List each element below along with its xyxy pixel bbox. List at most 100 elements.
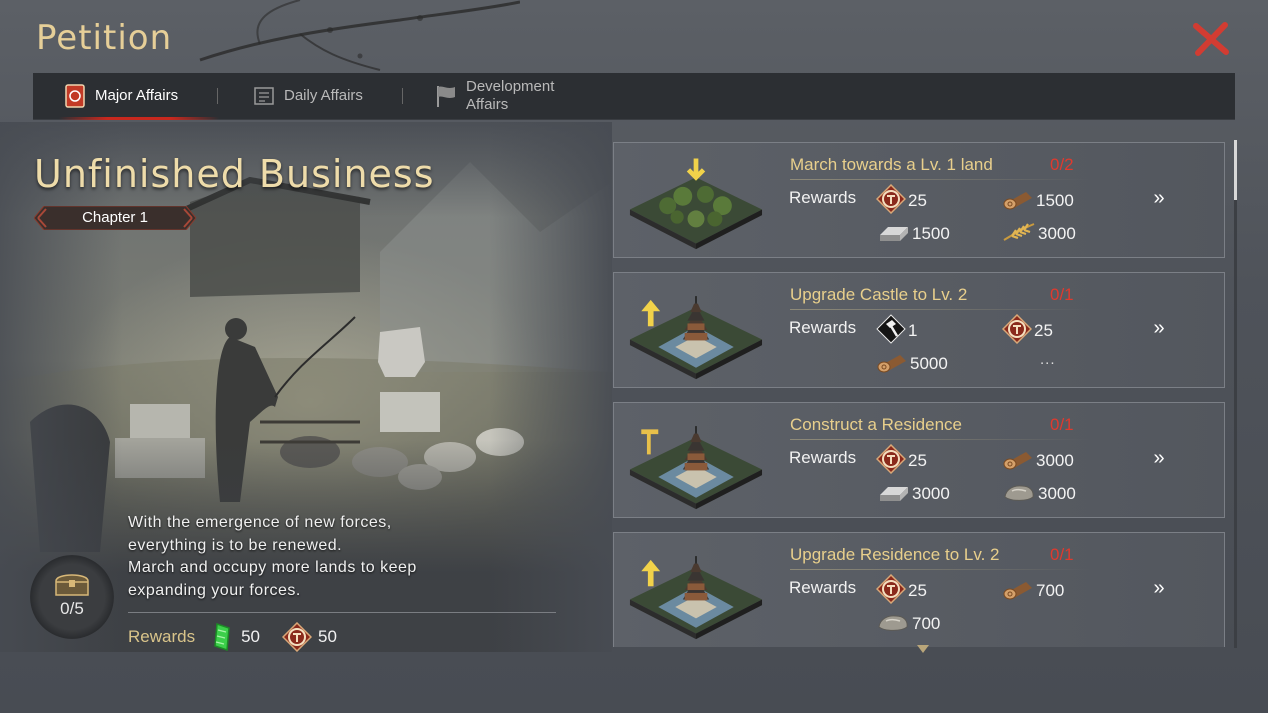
flag-icon [437,86,455,107]
grain-icon [1002,220,1036,249]
calendar-icon [254,87,274,105]
reward-item: 3000 [1002,481,1076,507]
reward-value: 3000 [1038,484,1076,503]
tab-development-affairs[interactable]: Development Affairs [433,73,603,119]
rewards-label: Rewards [128,627,196,646]
chapter-label: Chapter 1 [82,209,148,226]
reward-value: 3000 [912,484,950,503]
reward-item: 25 [1001,313,1053,344]
wood-icon [1002,188,1034,215]
iron-icon [876,481,910,508]
rewards-label: Rewards [789,448,857,467]
chapter-rewards: Rewards 50 50 [128,622,359,652]
reward-item: 3000 [876,481,950,507]
castle-thumb [626,541,766,641]
reward-item: 25 [875,183,927,214]
stone-icon [876,611,910,638]
task-card[interactable]: March towards a Lv. 1 land 0/2 Rewards 25 15… [613,142,1225,258]
page-title: Petition [36,18,173,58]
reward-item: 25 [875,443,927,474]
reward-item: 3000 [1002,448,1074,474]
reward-value: 25 [908,191,927,210]
task-list: March towards a Lv. 1 land 0/2 Rewards 25 15… [612,142,1228,647]
reward-value: 50 [318,627,337,646]
scroll-document-icon [65,84,85,108]
hammer-icon [876,313,906,349]
land-thumb [626,151,766,251]
reward-item: 25 [875,573,927,604]
tab-daily-affairs[interactable]: Daily Affairs [253,73,413,119]
go-to-task-button[interactable]: » [1144,187,1174,213]
castle-thumb [626,281,766,381]
task-name: Upgrade Residence to Lv. 2 [790,545,1000,564]
tab-label: Major Affairs [95,87,179,104]
chapter-badge: Chapter 1 [34,206,196,230]
description-line: everything is to be renewed. [128,536,343,554]
residence-thumb [626,411,766,511]
task-name: Construct a Residence [790,415,962,434]
description-line: March and occupy more lands to keep [128,559,417,576]
rewards-label: Rewards [789,578,857,597]
description-line: With the emergence of new forces, [128,514,392,531]
reward-value: 5000 [910,354,948,373]
reward-item: 700 [876,611,940,637]
scroll-down-indicator-icon [917,645,929,653]
tab-label: Daily Affairs [284,87,363,104]
title-underline [790,179,1090,180]
wood-icon [1002,448,1034,475]
stone-icon [1002,481,1036,508]
close-icon[interactable] [1190,18,1232,60]
reward-item: 5000 [876,351,948,377]
tab-major-affairs[interactable]: Major Affairs [59,73,219,120]
reward-value: 1500 [1036,191,1074,210]
reward-value: 25 [1034,321,1053,340]
reward-item: 700 [1002,578,1064,604]
seal-token-icon [875,183,907,219]
scrollbar-thumb[interactable] [1234,140,1237,200]
seal-token-icon [282,622,313,652]
seal-token-icon [875,573,907,609]
reward-value: 700 [1036,581,1065,600]
go-to-task-button[interactable]: » [1144,317,1174,343]
seal-token-icon [1001,313,1033,349]
iron-icon [876,221,910,248]
go-to-task-button[interactable]: » [1144,577,1174,603]
divider [128,612,556,613]
treasure-chest-icon [55,574,89,596]
description-line: expanding your forces. [128,581,301,599]
task-progress: 0/2 [1050,155,1074,174]
tab-bar: Major Affairs Daily Affairs Development … [33,73,1235,120]
title-underline [790,309,1090,310]
tab-divider [217,88,218,104]
chapter-description: With the emergence of new forces, everyt… [128,512,548,602]
reward-value: 700 [912,614,941,633]
task-progress: 0/1 [1050,545,1074,564]
reward-value: 1 [908,321,918,340]
task-progress: 0/1 [1050,285,1074,304]
title-underline [790,569,1090,570]
chapter-chest-button[interactable]: 0/5 [30,555,114,639]
rewards-label: Rewards [789,188,857,207]
task-name: March towards a Lv. 1 land [790,155,993,174]
tab-label: Development Affairs [466,78,555,113]
reward-value: 1500 [912,224,950,243]
reward-item: 1 [876,313,918,344]
task-card[interactable]: Construct a Residence 0/1 Rewards 25 3000 300… [613,402,1225,518]
chapter-title: Unfinished Business [34,152,435,196]
rewards-label: Rewards [789,318,857,337]
tab-divider [402,88,403,104]
go-to-task-button[interactable]: » [1144,447,1174,473]
jade-icon [214,622,230,652]
reward-value: 3000 [1036,451,1074,470]
wood-icon [1002,578,1034,605]
seal-token-icon [875,443,907,479]
chest-progress: 0/5 [60,599,84,618]
title-underline [790,439,1090,440]
task-card[interactable]: Upgrade Residence to Lv. 2 0/1 Rewards 25 70… [613,532,1225,647]
reward-value: 25 [908,451,927,470]
task-card[interactable]: Upgrade Castle to Lv. 2 0/1 Rewards 1 25 5000… [613,272,1225,388]
scrollbar-track[interactable] [1234,140,1237,648]
reward-value: 50 [241,627,261,646]
reward-value: 25 [908,581,927,600]
reward-item: 3000 [1002,221,1076,247]
